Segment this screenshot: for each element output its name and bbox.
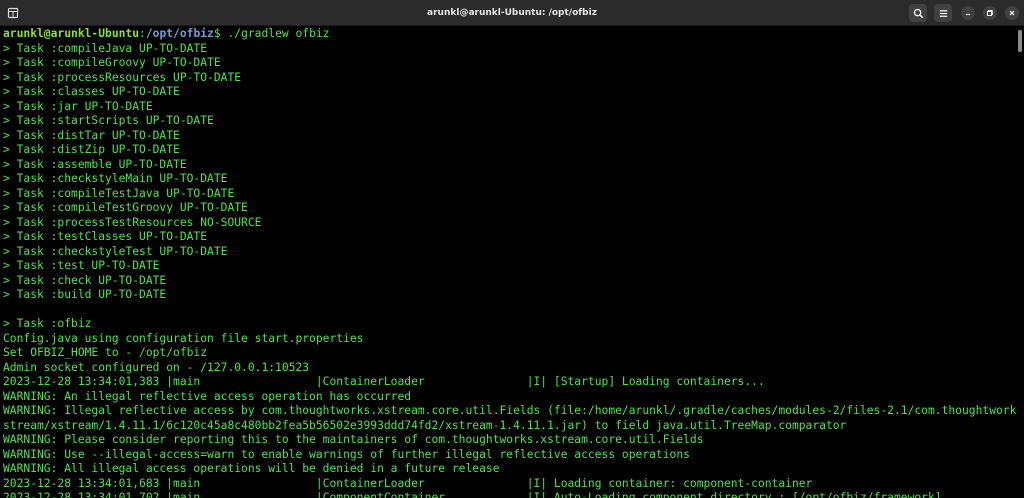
terminal-line: > Task :testClasses UP-TO-DATE (3, 230, 208, 243)
terminal-window: arunkl@arunkl-Ubuntu: /opt/ofbiz arunkl@… (0, 0, 1024, 498)
prompt-symbol: $ (213, 27, 228, 40)
terminal-line: 2023-12-28 13:34:01,702 |main |Component… (3, 491, 942, 498)
terminal-line: > Task :distTar UP-TO-DATE (3, 128, 180, 142)
terminal-line: WARNING: All illegal access operations w… (3, 462, 500, 475)
terminal-line: > Task :checkstyleTest UP-TO-DATE (3, 244, 228, 258)
maximize-button[interactable] (983, 6, 997, 20)
terminal-line: > Task :compileJava UP-TO-DATE (3, 41, 208, 55)
hamburger-menu-icon (939, 9, 947, 17)
terminal-line: WARNING: Use --illegal-access=warn to en… (3, 447, 690, 461)
terminal-line: Config.java using configuration file sta… (3, 331, 364, 345)
close-icon (1009, 10, 1015, 16)
terminal-line: > Task :distZip UP-TO-DATE (3, 143, 180, 156)
terminal-output[interactable]: arunkl@arunkl-Ubuntu:/opt/ofbiz$ ./gradl… (0, 26, 1016, 498)
terminal-line: > Task :compileGroovy UP-TO-DATE (3, 56, 221, 69)
terminal-line: > Task :build UP-TO-DATE (3, 288, 167, 301)
maximize-icon (987, 10, 993, 16)
minimize-icon (966, 13, 970, 16)
terminal-line: 2023-12-28 13:34:01,383 |main |Container… (3, 375, 765, 388)
scrollbar-thumb[interactable] (1018, 30, 1022, 52)
close-button[interactable] (1005, 6, 1019, 20)
command-prompt-line: arunkl@arunkl-Ubuntu:/opt/ofbiz$ ./gradl… (3, 27, 330, 42)
prompt-path: /opt/ofbiz (145, 27, 214, 40)
terminal-line: > Task :classes UP-TO-DATE (3, 85, 180, 98)
terminal-line: > Task :checkstyleMain UP-TO-DATE (3, 172, 228, 185)
terminal-line: > Task :startScripts UP-TO-DATE (3, 114, 214, 127)
terminal-line: WARNING: An illegal reflective access op… (3, 389, 412, 403)
terminal-line: > Task :compileTestJava UP-TO-DATE (3, 186, 235, 200)
terminal-line: > Task :processResources UP-TO-DATE (3, 70, 242, 84)
terminal-line: WARNING: Please consider reporting this … (3, 433, 704, 446)
terminal-line: > Task :test UP-TO-DATE (3, 259, 160, 272)
terminal-line: > Task :check UP-TO-DATE (3, 273, 167, 287)
new-tab-button[interactable] (4, 4, 22, 22)
terminal-line: 2023-12-28 13:34:01,683 |main |Container… (3, 476, 813, 490)
terminal-line: > Task :assemble UP-TO-DATE (3, 157, 187, 171)
terminal-line: Admin socket configured on - /127.0.0.1:… (3, 360, 310, 374)
terminal-line: WARNING: Illegal reflective access by co… (3, 404, 1016, 417)
new-tab-icon (7, 7, 19, 19)
minimize-button[interactable] (961, 6, 975, 20)
terminal-line: stream/xstream/1.4.11.1/6c120c45a8c480bb… (3, 418, 847, 432)
scrollbar[interactable] (1016, 26, 1024, 498)
menu-button[interactable] (934, 4, 952, 22)
title-bar: arunkl@arunkl-Ubuntu: /opt/ofbiz (0, 0, 1024, 26)
prompt-separator: : (139, 27, 146, 40)
search-icon (913, 8, 923, 18)
search-button[interactable] (909, 4, 927, 22)
terminal-line: > Task :ofbiz (3, 317, 92, 330)
terminal-line: > Task :compileTestGroovy UP-TO-DATE (3, 201, 248, 214)
prompt-user-host: arunkl@arunkl-Ubuntu (3, 27, 140, 40)
window-title: arunkl@arunkl-Ubuntu: /opt/ofbiz (427, 8, 597, 18)
prompt-command: ./gradlew ofbiz (227, 27, 330, 40)
terminal-line: Set OFBIZ_HOME to - /opt/ofbiz (3, 346, 208, 359)
terminal-line: > Task :processTestResources NO-SOURCE (3, 215, 262, 229)
terminal-line: > Task :jar UP-TO-DATE (3, 99, 153, 113)
